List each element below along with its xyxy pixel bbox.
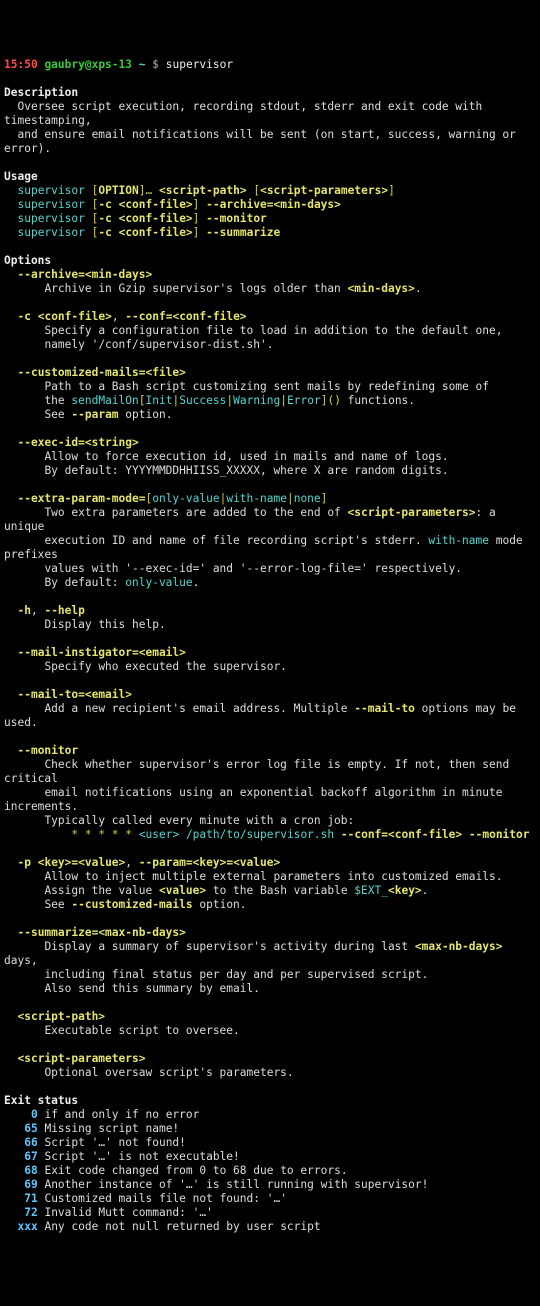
opt-extra-param-mode: --extra-param-mode= <box>17 492 145 505</box>
terminal-output: 15:50 gaubry@xps-13 ~ $ supervisor Descr… <box>4 58 536 1234</box>
prompt-dollar: $ <box>152 58 159 71</box>
exit-code: 71 <box>24 1192 37 1205</box>
exit-code: xxx <box>17 1220 37 1233</box>
clock: 15:50 <box>4 58 38 71</box>
typed-command[interactable]: supervisor <box>166 58 233 71</box>
opt-archive: --archive= <box>17 268 84 281</box>
opt-customized-mails: --customized-mails= <box>17 366 145 379</box>
exit-code: 68 <box>24 1164 37 1177</box>
usage-cmd: supervisor <box>17 184 84 197</box>
opt-help: -h <box>17 604 30 617</box>
opt-param: -p <box>17 856 30 869</box>
description-l2: and ensure email notifications will be s… <box>4 128 523 155</box>
opt-mail-instigator: --mail-instigator= <box>17 646 138 659</box>
section-description: Description <box>4 86 78 99</box>
opt-conf: -c <box>17 310 30 323</box>
exit-code: 69 <box>24 1178 37 1191</box>
exit-code: 65 <box>24 1122 37 1135</box>
opt-script-parameters: <script-parameters> <box>17 1052 145 1065</box>
prompt-line: 15:50 gaubry@xps-13 ~ $ supervisor <box>4 58 233 71</box>
opt-exec-id: --exec-id= <box>17 436 84 449</box>
opt-mail-to: --mail-to= <box>17 688 84 701</box>
exit-code: 0 <box>31 1108 38 1121</box>
section-exit-status: Exit status <box>4 1094 78 1107</box>
cwd: ~ <box>139 58 146 71</box>
exit-code: 67 <box>24 1150 37 1163</box>
exit-code: 72 <box>24 1206 37 1219</box>
section-options: Options <box>4 254 51 267</box>
section-usage: Usage <box>4 170 38 183</box>
opt-monitor: --monitor <box>17 744 78 757</box>
exit-code: 66 <box>24 1136 37 1149</box>
description-l1: Oversee script execution, recording stdo… <box>4 100 489 127</box>
opt-summarize: --summarize= <box>17 926 98 939</box>
userhost: gaubry@xps-13 <box>44 58 132 71</box>
opt-script-path: <script-path> <box>17 1010 105 1023</box>
